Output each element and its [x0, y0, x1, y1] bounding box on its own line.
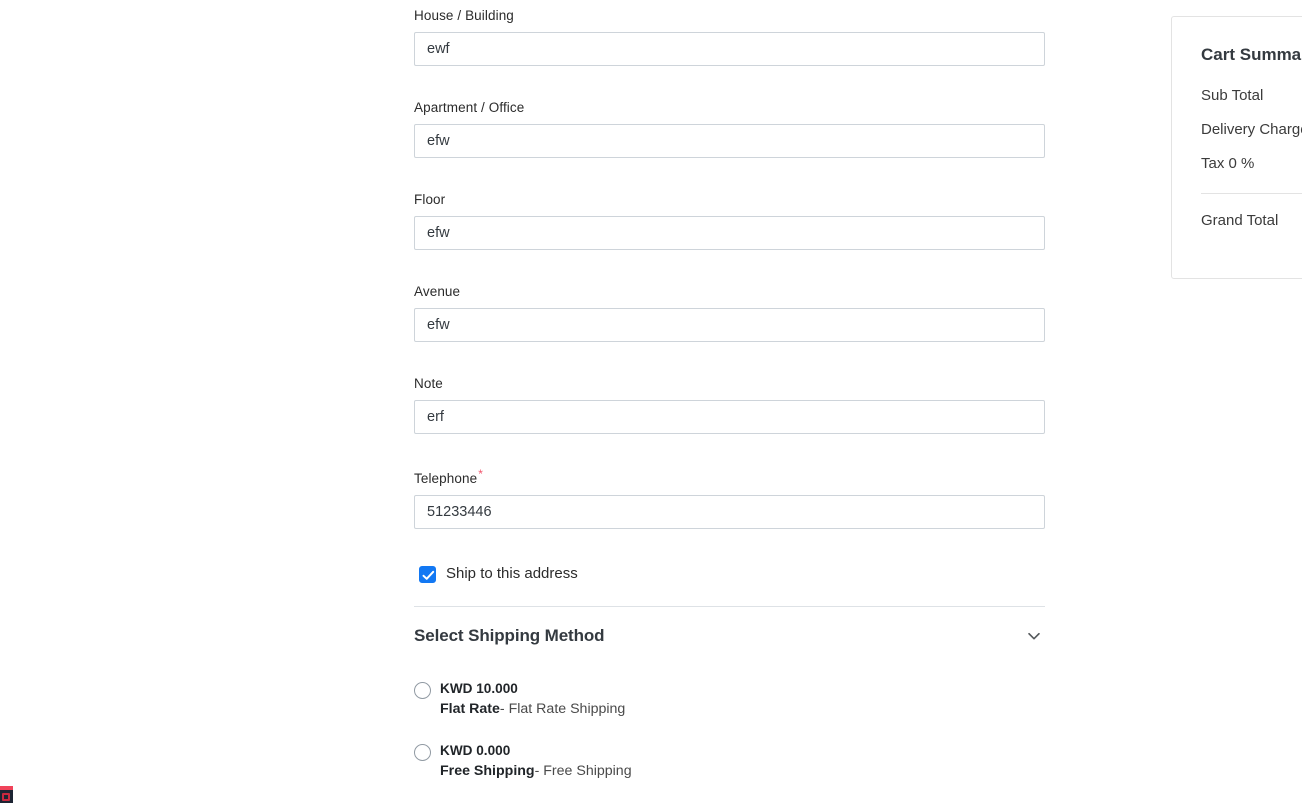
- shipping-option-description: Free Shipping- Free Shipping: [440, 761, 632, 782]
- section-divider: [414, 606, 1045, 607]
- house-building-input[interactable]: [414, 32, 1045, 66]
- field-label-floor: Floor: [414, 190, 1045, 210]
- label-text: House / Building: [414, 8, 514, 23]
- label-text: Note: [414, 376, 443, 391]
- checkout-page: House / Building Apartment / Office Floo…: [0, 0, 1302, 803]
- cart-row-sub-total: Sub Total: [1201, 87, 1264, 104]
- field-floor: Floor: [414, 190, 1045, 250]
- required-asterisk: *: [478, 466, 483, 481]
- cart-row-delivery-charge: Delivery Charge: [1201, 121, 1302, 138]
- field-label-note: Note: [414, 374, 1045, 394]
- field-note: Note: [414, 374, 1045, 434]
- shipping-option-flat-rate[interactable]: KWD 10.000 Flat Rate- Flat Rate Shipping: [414, 678, 1045, 720]
- check-icon: [422, 570, 435, 580]
- shipping-option-carrier: Flat Rate: [440, 701, 500, 717]
- shipping-option-radio[interactable]: [414, 744, 431, 761]
- shipping-option-description: Flat Rate- Flat Rate Shipping: [440, 699, 625, 720]
- shipping-option-detail: - Flat Rate Shipping: [499, 701, 626, 717]
- avenue-input[interactable]: [414, 308, 1045, 342]
- shipping-option-radio[interactable]: [414, 682, 431, 699]
- chat-widget-accent-bar: [0, 786, 13, 790]
- field-telephone: Telephone*: [414, 466, 1045, 529]
- field-house-building: House / Building: [414, 6, 1045, 66]
- field-label-telephone: Telephone*: [414, 466, 1045, 489]
- cart-summary-panel: Cart Summary Sub Total Delivery Charge T…: [1171, 16, 1302, 279]
- shipping-option-detail: - Free Shipping: [534, 763, 632, 779]
- chat-widget-sliver[interactable]: [0, 786, 13, 803]
- select-shipping-method-header[interactable]: Select Shipping Method: [414, 626, 1045, 646]
- ship-to-address-label[interactable]: Ship to this address: [446, 563, 578, 585]
- cart-row-grand-total: Grand Total: [1201, 212, 1279, 229]
- label-text: Telephone: [414, 471, 478, 486]
- shipping-option-body: KWD 10.000 Flat Rate- Flat Rate Shipping: [440, 678, 625, 720]
- floor-input[interactable]: [414, 216, 1045, 250]
- field-label-apartment-office: Apartment / Office: [414, 98, 1045, 118]
- shipping-option-price: KWD 10.000: [440, 681, 518, 696]
- label-text: Apartment / Office: [414, 100, 525, 115]
- apartment-office-input[interactable]: [414, 124, 1045, 158]
- label-text: Avenue: [414, 284, 461, 299]
- ship-to-address-row[interactable]: Ship to this address: [419, 563, 578, 585]
- shipping-option-price: KWD 0.000: [440, 743, 511, 758]
- field-label-house-building: House / Building: [414, 6, 1045, 26]
- telephone-input[interactable]: [414, 495, 1045, 529]
- shipping-option-carrier: Free Shipping: [440, 763, 535, 779]
- cart-row-tax: Tax 0 %: [1201, 155, 1255, 172]
- cart-summary-divider: [1201, 193, 1302, 194]
- shipping-option-free-shipping[interactable]: KWD 0.000 Free Shipping- Free Shipping: [414, 740, 1045, 782]
- cart-summary-title: Cart Summary: [1201, 45, 1302, 64]
- field-label-avenue: Avenue: [414, 282, 1045, 302]
- field-avenue: Avenue: [414, 282, 1045, 342]
- field-apartment-office: Apartment / Office: [414, 98, 1045, 158]
- select-shipping-method-title: Select Shipping Method: [414, 626, 605, 645]
- chat-widget-icon: [2, 793, 10, 801]
- shipping-option-body: KWD 0.000 Free Shipping- Free Shipping: [440, 740, 632, 782]
- chevron-down-icon[interactable]: [1025, 627, 1043, 645]
- note-input[interactable]: [414, 400, 1045, 434]
- label-text: Floor: [414, 192, 446, 207]
- ship-to-address-checkbox[interactable]: [419, 565, 436, 583]
